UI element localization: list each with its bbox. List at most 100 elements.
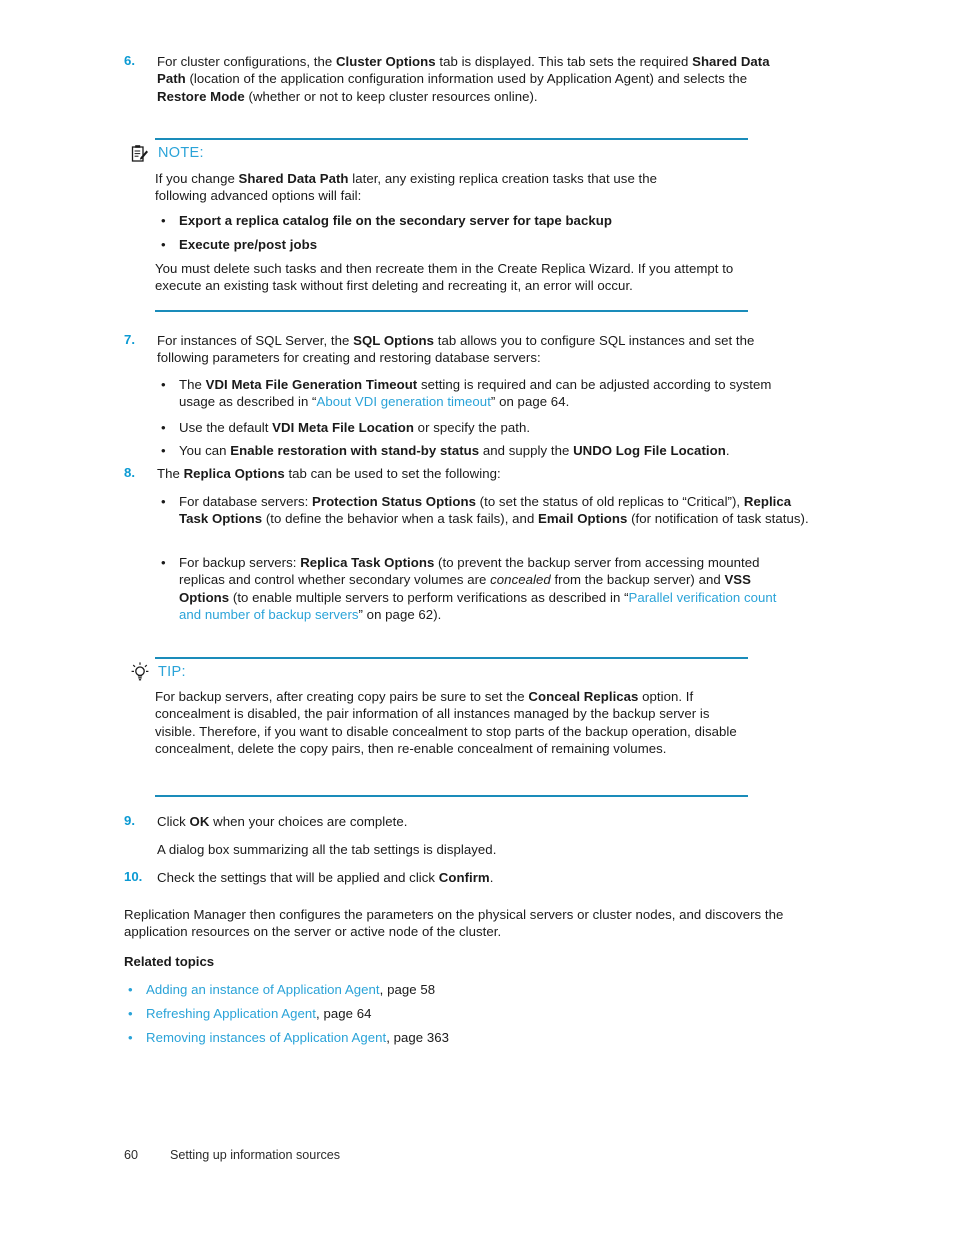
step-7-bullet-2-text: You can Enable restoration with stand-by… [179,442,821,459]
emphasis-bold: Email Options [538,511,628,527]
emphasis-bold: VDI Meta File Location [272,420,414,435]
text-run: . [489,870,494,885]
text-run: Check the settings that will be applied … [157,870,439,885]
related-topic-item-0[interactable]: • Adding an instance of Application Agen… [128,981,748,998]
footer-page-number: 60 [124,1148,139,1162]
related-topic-1-body: Refreshing Application Agent, page 64 [146,1005,748,1022]
step-6-text: For cluster configurations, the Cluster … [157,53,799,105]
text-run: The [179,377,206,392]
emphasis-bold: Shared Data Path [238,171,349,186]
cross-reference-link[interactable]: About VDI generation timeout [317,394,491,409]
step-9-text: Click OK when your choices are complete. [157,813,799,830]
text-run: and supply the [479,443,574,458]
step-8-number: 8. [124,465,135,480]
step-8-bullet-1-text: For backup servers: Replica Task Options… [179,554,793,624]
text-run: For backup servers: [179,555,301,570]
step-8-bullet-0-text: For database servers: Protection Status … [179,493,811,528]
text-run: when your choices are complete. [209,814,408,829]
related-topic-0-page: , page 58 [379,982,436,997]
text-run: . [725,443,730,458]
emphasis-bold: Confirm [438,870,490,885]
footer-section-title: Setting up information sources [170,1148,341,1162]
emphasis-bold: Enable restoration with stand-by status [230,443,480,458]
emphasis-bold: Protection Status Options [312,494,476,509]
note-bullet-0: • Export a replica catalog file on the s… [161,212,721,229]
text-run: (for notification of task status). [627,511,809,527]
step-9-number: 9. [124,813,135,828]
step-8-bullet-1: • For backup servers: Replica Task Optio… [161,554,793,624]
text-run: (whether or not to keep cluster resource… [244,88,538,104]
step-7-bullet-0: • The VDI Meta File Generation Timeout s… [161,376,801,411]
text-run: (to set the status of old replicas to “C… [475,494,744,509]
step-9: 9. Click OK when your choices are comple… [124,813,799,830]
tip-bottom-rule [155,795,748,797]
step-7-bullet-1: • Use the default VDI Meta File Location… [161,419,801,436]
bullet-dot-icon: • [161,420,166,435]
step-6-number: 6. [124,53,135,68]
bullet-dot-icon: • [128,1006,133,1021]
note-top-rule [155,138,748,140]
text-run: For cluster configurations, the [157,54,336,69]
emphasis-bold: Cluster Options [335,54,436,69]
step-7-bullet-1-text: Use the default VDI Meta File Location o… [179,419,801,436]
related-topic-2-link[interactable]: Removing instances of Application Agent [146,1030,386,1045]
text-run: If you change [155,171,239,186]
text-run: Click [157,814,190,829]
text-run: For instances of SQL Server, the [157,333,354,348]
note-label: NOTE: [158,145,204,161]
step-7-bullet-2: • You can Enable restoration with stand-… [161,442,821,459]
text-run: tab is displayed. This tab sets the requ… [435,54,693,69]
text-run: from the backup server) and [550,572,725,588]
text-run: ” on page 64. [490,394,570,410]
emphasis-italic: concealed [490,572,551,588]
step-8-text: The Replica Options tab can be used to s… [157,465,799,482]
text-run: or specify the path. [413,420,531,435]
tip-text: For backup servers, after creating copy … [155,688,753,758]
text-run: ” on page 62). [358,607,442,623]
text-run: Use the default [179,420,273,435]
emphasis-bold: OK [189,814,210,829]
note-outro: You must delete such tasks and then recr… [155,261,734,294]
emphasis-bold: Conceal Replicas [528,689,639,704]
step-7-number: 7. [124,332,135,347]
emphasis-bold: Replica Task Options [300,555,435,570]
bullet-dot-icon: • [128,1030,133,1045]
step-7: 7. For instances of SQL Server, the SQL … [124,332,799,367]
document-page: 6. For cluster configurations, the Clust… [0,0,954,1235]
step-10-text: Check the settings that will be applied … [157,869,799,886]
related-topic-1-link[interactable]: Refreshing Application Agent [146,1006,316,1021]
note-clipboard-icon [131,144,149,163]
text-run: tab can be used to set the following: [284,466,501,481]
related-topic-1-page: , page 64 [316,1006,372,1021]
bullet-dot-icon: • [161,443,166,458]
step-10-number: 10. [124,869,143,884]
text-run: The [157,466,184,481]
bullet-dot-icon: • [161,494,166,509]
related-topic-2-body: Removing instances of Application Agent,… [146,1029,748,1046]
emphasis-bold: SQL Options [353,333,435,348]
text-run: (to define the behavior when a task fail… [262,511,539,527]
related-topic-item-1[interactable]: • Refreshing Application Agent, page 64 [128,1005,748,1022]
tip-label: TIP: [158,664,186,680]
related-topic-item-2[interactable]: • Removing instances of Application Agen… [128,1029,748,1046]
text-run: You can [179,443,231,458]
step-7-bullet-0-text: The VDI Meta File Generation Timeout set… [179,376,801,411]
related-topics-heading: Related topics [124,954,215,969]
text-run: (to enable multiple servers to perform v… [229,589,629,605]
note-intro: If you change Shared Data Path later, an… [155,170,710,205]
note-bottom-rule [155,310,748,312]
bullet-dot-icon: • [161,237,166,252]
text-run: For backup servers, after creating copy … [155,689,529,704]
step-9-continuation: A dialog box summarizing all the tab set… [157,842,497,857]
emphasis-bold: Replica Options [183,466,285,481]
note-bullet-1-text: Execute pre/post jobs [179,237,318,252]
text-run: (location of the application configurati… [185,71,748,87]
related-topic-0-link[interactable]: Adding an instance of Application Agent [146,982,380,997]
bullet-dot-icon: • [161,213,166,228]
step-8-bullet-0: • For database servers: Protection Statu… [161,493,811,528]
closing-paragraph: Replication Manager then configures the … [124,907,784,940]
bullet-dot-icon: • [161,377,166,392]
emphasis-bold: Restore Mode [157,88,245,104]
emphasis-bold: VDI Meta File Generation Timeout [205,377,418,392]
text-run: For database servers: [179,494,313,509]
